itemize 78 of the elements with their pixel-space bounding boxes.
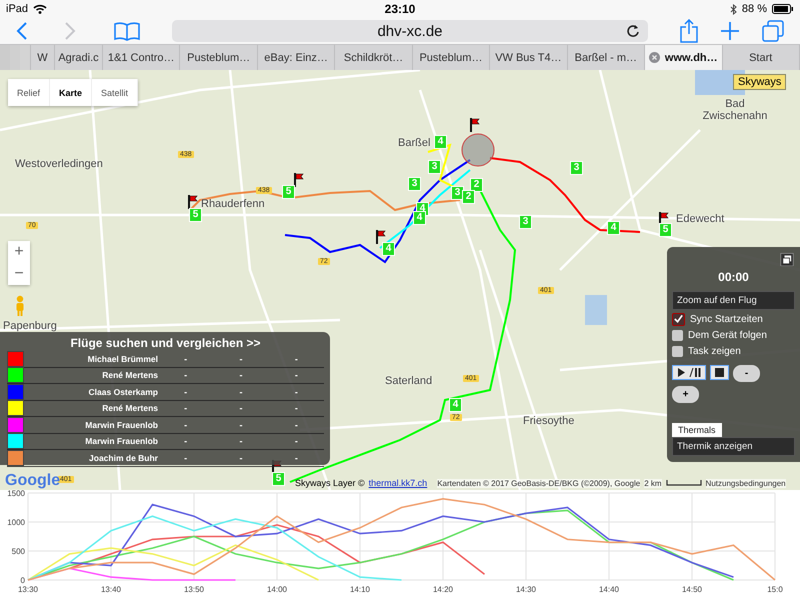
scale-label: 2 km [644, 478, 662, 488]
table-cell-text: - [294, 403, 299, 414]
x-tick-label: 14:30 [516, 585, 536, 594]
table-cell-text: - [238, 452, 244, 463]
table-cell-text: - [183, 354, 188, 364]
panel-title[interactable]: Flüge suchen und vergleichen >> [7, 336, 324, 350]
thermal-select[interactable]: Thermik anzeigen [672, 437, 795, 456]
x-tick-label: 13:30 [18, 585, 38, 594]
table-cell-text: - [294, 370, 299, 380]
faster-button[interactable]: + [672, 386, 699, 403]
thermal-link[interactable]: thermal.kk7.ch [368, 478, 428, 488]
table-cell-text: - [183, 386, 188, 397]
pilot-name: Marwin Frauenlob [84, 420, 158, 430]
pilot-name: Joachim de Buhr [88, 452, 158, 463]
table-cell-text: - [238, 386, 244, 397]
device-name: iPad [6, 3, 28, 16]
table-cell-text: - [183, 420, 188, 430]
place-label: Bad Zwischenahn [702, 98, 768, 122]
layer-credit: Skyways Layer © [295, 478, 365, 488]
place-label: Friesoythe [523, 415, 574, 428]
map-type-tab[interactable]: Karte [50, 79, 92, 106]
address-bar[interactable]: dhv-xc.de [172, 20, 648, 42]
y-tick-label: 0 [20, 576, 25, 586]
place-label: Edewecht [676, 213, 724, 226]
map-type-tab[interactable]: Satellit [92, 79, 138, 106]
table-cell-text: - [294, 420, 299, 430]
slower-button[interactable]: - [733, 365, 760, 382]
x-tick-label: 14:00 [266, 585, 288, 594]
map-type-tab[interactable]: Relief [8, 79, 50, 106]
x-tick-label: 14:20 [432, 585, 454, 594]
battery-percent: 88 % [742, 3, 767, 16]
map-logo: Google [5, 472, 60, 490]
table-cell-text: - [183, 370, 188, 380]
option-label: Sync Startzeiten [690, 314, 763, 325]
pilot-name: Michael Brümmel [86, 354, 158, 364]
table-cell-text: - [294, 354, 299, 364]
x-tick-label: 14:50 [682, 585, 702, 594]
browser-tab[interactable]: Agradi.c [55, 45, 103, 70]
x-tick-label: 13:40 [100, 585, 122, 594]
place-label: Papenburg [3, 320, 57, 332]
table-cell-text: - [183, 403, 188, 414]
table-cell-text: - [294, 386, 299, 397]
terms-link[interactable]: Nutzungsbedingungen [706, 478, 786, 488]
table-cell-text: - [183, 452, 188, 463]
place-label: Rhauderfenn [201, 198, 265, 210]
skyways-tag[interactable]: Skyways [733, 74, 786, 90]
option-label: Task zeigen [688, 346, 741, 358]
pilot-name: Marwin Frauenlob [84, 436, 158, 446]
y-tick-label: 500 [12, 547, 25, 556]
thermals-tab[interactable]: Thermals [672, 423, 722, 437]
table-cell-text: - [294, 436, 299, 446]
playback-time: 00:00 [717, 270, 750, 284]
option-label: Dem Gerät folgen [688, 330, 767, 342]
view-select[interactable]: Zoom auf den Flug [672, 291, 795, 310]
x-tick-label: 13:50 [184, 585, 204, 594]
table-cell-text: - [238, 354, 244, 364]
table-cell-text: - [183, 436, 188, 446]
y-tick-label: 1000 [7, 518, 25, 528]
x-tick-label: 15:0 [767, 585, 783, 594]
pilot-name: Claas Osterkamp [88, 386, 158, 397]
zoom-in-button[interactable]: + [8, 241, 30, 264]
x-tick-label: 14:40 [598, 585, 620, 594]
table-cell-text: - [294, 452, 299, 463]
table-cell-text: - [238, 420, 244, 430]
table-cell-text: - [238, 370, 244, 380]
clock: 23:10 [384, 2, 416, 16]
y-tick-label: 1500 [7, 490, 25, 498]
browser-tab[interactable]: www.dh… [645, 45, 722, 70]
place-label: Saterland [385, 375, 432, 388]
table-cell-text: - [238, 436, 244, 446]
table-cell-text: - [238, 403, 244, 414]
x-tick-label: 14:10 [350, 585, 370, 594]
place-label: Westoverledingen [15, 158, 103, 170]
place-label: Barßel [398, 137, 430, 150]
zoom-out-button[interactable]: − [8, 263, 30, 286]
pilot-name: René Mertens [101, 403, 158, 414]
pilot-name: René Mertens [101, 370, 158, 380]
map-data-credit: Kartendaten © 2017 GeoBasis-DE/BKG (©2009), Google [437, 478, 640, 488]
